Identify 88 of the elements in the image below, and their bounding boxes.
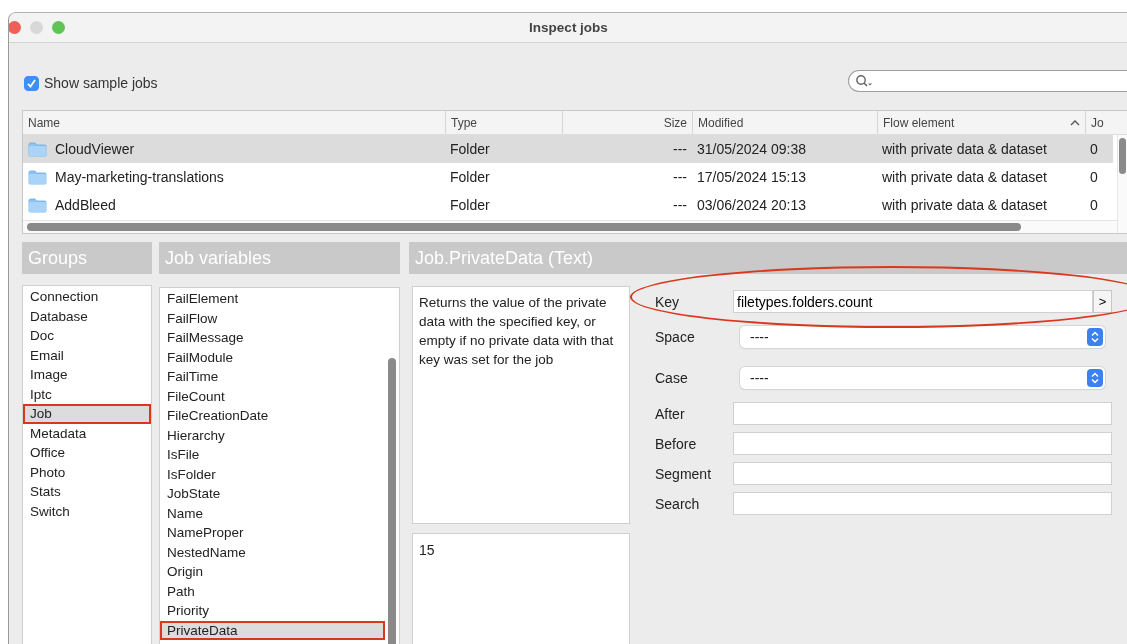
sort-caret-icon [1070,119,1080,126]
list-item[interactable]: Doc [23,326,151,346]
list-item[interactable]: Photo [23,462,151,482]
list-item[interactable]: Metadata [23,423,151,443]
table-cell-text: 0 [1089,140,1099,159]
list-item[interactable]: FailModule [160,347,385,367]
table-cell-text: 03/06/2024 20:13 [696,196,807,215]
column-header[interactable]: Name [23,111,445,134]
table-cell-text: 31/05/2024 09:38 [696,140,807,159]
folder-icon [28,169,47,185]
table-cell-text: Folder [449,140,491,159]
table-cell-text: with private data & dataset [881,196,1048,215]
list-item[interactable]: Image [23,365,151,385]
list-item[interactable]: Email [23,345,151,365]
table-cell-text: 17/05/2024 15:13 [696,168,807,187]
table-cell-text: --- [672,196,688,215]
list-item[interactable]: Origin [160,562,385,582]
field-label: Segment [655,465,713,482]
list-item[interactable]: FileCount [160,386,385,406]
table-cell-text: 0 [1089,196,1099,215]
list-item[interactable]: FailElement [160,289,385,309]
column-header[interactable]: Size [562,111,692,134]
scrollbar-thumb[interactable] [388,358,396,644]
list-item[interactable]: FileCreationDate [160,406,385,426]
field-label: Before [655,435,698,452]
list-item[interactable]: Path [160,581,385,601]
list-item[interactable]: JobState [160,484,385,504]
list-item[interactable]: Hierarchy [160,425,385,445]
text-field[interactable] [733,492,1112,515]
checkbox[interactable] [24,75,39,91]
list-item[interactable]: Job [23,404,151,424]
zoom-button[interactable] [52,21,65,34]
table-cell-text: with private data & dataset [881,140,1048,159]
list-item[interactable]: Stats [23,482,151,502]
stepper-icon [1087,369,1103,387]
list-item[interactable]: NestedName [160,542,385,562]
table-row[interactable]: CloudViewer Folder --- 31/05/2024 09:38 with private data & dataset 0 [23,135,1113,163]
list-item[interactable]: Name [160,503,385,523]
search-field[interactable] [848,70,1127,92]
table-cell-text: --- [672,140,688,159]
close-button[interactable] [9,21,21,34]
table-cell: CloudViewer [23,135,445,163]
folder-icon [28,141,47,157]
text-field[interactable] [733,432,1112,455]
text-field[interactable] [733,402,1112,425]
stepper-icon [1087,328,1103,346]
field-label: Search [655,495,701,512]
scrollbar-thumb[interactable] [1119,138,1126,174]
list-item[interactable]: Database [23,306,151,326]
list-item[interactable]: IsFile [160,445,385,465]
table-cell-text: Folder [449,196,491,215]
list-item[interactable]: IsFolder [160,464,385,484]
list-item[interactable]: PrivateData [160,620,385,640]
table-cell-text: 0 [1089,168,1099,187]
list-item[interactable]: FailMessage [160,328,385,348]
list-item[interactable]: NameProper [160,523,385,543]
list-item[interactable]: Iptc [23,384,151,404]
field-label: Space [655,329,696,345]
field-label: Key [655,293,681,310]
popup-button[interactable]: ---- [740,367,1105,389]
table-cell: May-marketing-translations [23,163,445,191]
search-icon [855,74,873,88]
table-cell: AddBleed [23,191,445,219]
text-field[interactable] [733,462,1112,485]
list-item[interactable]: Switch [23,501,151,521]
list-item[interactable]: Connection [23,287,151,307]
field-label: After [655,405,686,422]
key-field[interactable]: filetypes.folders.count [733,290,1093,313]
result-text: 15 [412,533,630,644]
field-label: Case [655,370,689,386]
list-item[interactable]: Office [23,443,151,463]
folder-icon [28,197,47,213]
list-item[interactable]: FailTime [160,367,385,387]
column-header[interactable]: Modified [692,111,877,134]
description-text: Returns the value of the private data with the specified key, or empty if no private data with that key was set for the job [412,286,630,524]
window-title: Inspect jobs [529,20,608,35]
minimize-button[interactable] [30,21,43,34]
scrollbar-thumb[interactable] [27,223,1021,231]
popup-button[interactable]: ---- [740,326,1105,348]
list-item[interactable]: Priority [160,601,385,621]
list-item[interactable]: FailFlow [160,308,385,328]
column-header[interactable]: Jo [1085,111,1113,134]
column-header[interactable]: Flow element [877,111,1085,134]
table-cell-text: with private data & dataset [881,168,1048,187]
column-header[interactable]: Type [445,111,562,134]
table-cell-text: Folder [449,168,491,187]
checkbox-label: Show sample jobs [44,75,158,91]
table-cell-text: --- [672,168,688,187]
